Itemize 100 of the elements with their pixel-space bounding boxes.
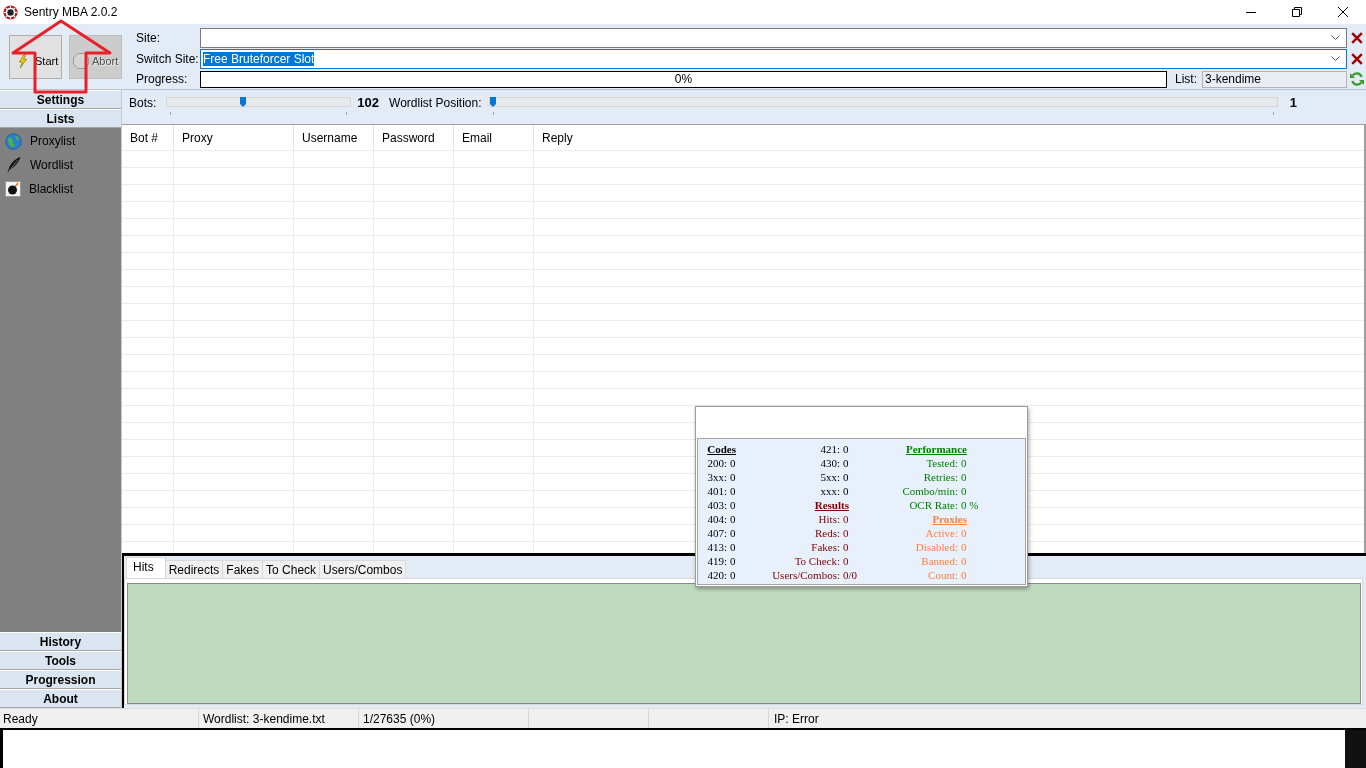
section-heading: Proxies [932, 512, 967, 526]
sidebar-section-header[interactable]: Settings [0, 90, 121, 109]
tab[interactable]: Hits [126, 557, 166, 578]
stat-value: 0 [961, 470, 967, 484]
site-combobox[interactable]: Free Bruteforcer Slot [200, 48, 1347, 69]
column-header[interactable]: Password [374, 125, 454, 150]
clear-icon[interactable] [1350, 52, 1363, 65]
section-heading: Performance [905, 442, 967, 456]
tab[interactable]: Redirects [164, 560, 224, 578]
stat-label: Users/Combos: [772, 568, 840, 582]
stat-label: 200: [707, 456, 727, 470]
section-heading: Results [814, 498, 849, 512]
stat-value: 0 [843, 470, 849, 484]
stat-value: 0 [961, 456, 967, 470]
taskbar-strip [1345, 730, 1366, 768]
stat-label: Fakes: [811, 540, 840, 554]
stat-value: 0 % [961, 498, 979, 512]
stat-value: 0 [730, 456, 736, 470]
site-combobox[interactable] [200, 27, 1347, 48]
sidebar-item[interactable]: Proxylist [30, 134, 76, 148]
stat-label: Combo/min: [902, 484, 958, 498]
slider-value: 1 [1289, 97, 1297, 109]
stat-label: 413: [707, 540, 727, 554]
stat-label: 404: [707, 512, 727, 526]
status-text: Ready [3, 711, 38, 726]
globe-icon [5, 132, 22, 150]
column-header[interactable]: Username [294, 125, 374, 150]
stat-label: OCR Rate: [909, 498, 958, 512]
stat-label: 3xx: [707, 470, 727, 484]
stat-label: Disabled: [915, 540, 958, 554]
stat-label: Count: [928, 568, 958, 582]
stat-value: 0 [730, 568, 736, 582]
stat-value: 0 [961, 540, 967, 554]
column-header[interactable]: Email [454, 125, 534, 150]
slider-thumb[interactable] [239, 97, 246, 107]
stat-label: 401: [707, 484, 727, 498]
sidebar-item[interactable]: Blacklist [29, 182, 73, 196]
stat-label: To Check: [794, 554, 840, 568]
stat-value: 0 [843, 554, 849, 568]
sidebar-section-header[interactable]: Tools [0, 651, 121, 670]
dropdown-caret-icon[interactable] [1331, 35, 1340, 40]
minimize-icon [1246, 11, 1256, 13]
column-header[interactable]: Proxy [174, 125, 294, 150]
stat-value: 0 [730, 484, 736, 498]
quill-icon [6, 157, 21, 173]
sidebar-section-header[interactable]: Progression [0, 670, 121, 689]
dropdown-caret-icon[interactable] [1331, 56, 1340, 61]
stat-label: 420: [707, 568, 727, 582]
tab[interactable]: Users/Combos [319, 560, 407, 578]
stat-label: 421: [820, 442, 840, 456]
tab[interactable]: Fakes [222, 560, 264, 578]
sidebar-section-header[interactable]: About [0, 689, 121, 708]
slider-value: 102 [357, 97, 380, 109]
stat-value: 0/0 [843, 568, 858, 582]
section-heading: Codes [707, 442, 736, 456]
slider-track[interactable] [488, 97, 1278, 107]
slider-track[interactable] [166, 97, 352, 107]
stat-value: 0 [843, 442, 849, 456]
bomb-icon [5, 181, 21, 197]
slider-label: Wordlist Position: [389, 97, 482, 109]
tab[interactable]: To Check [262, 560, 321, 578]
window-title: Sentry MBA 2.0.2 [24, 5, 118, 19]
stat-label: 419: [707, 554, 727, 568]
status-text: IP: Error [774, 711, 819, 726]
stat-value: 0 [843, 512, 849, 526]
stat-label: xxx: [820, 484, 840, 498]
stat-value: 0 [961, 484, 967, 498]
list-field[interactable]: 3-kendime [1202, 70, 1347, 88]
slider-thumb[interactable] [489, 97, 496, 107]
stat-label: Tested: [926, 456, 958, 470]
stat-label: Active: [925, 526, 958, 540]
close-icon [1338, 7, 1348, 17]
stat-value: 0 [730, 512, 736, 526]
clear-icon[interactable] [1350, 31, 1363, 44]
stat-label: 407: [707, 526, 727, 540]
stat-label: 430: [820, 456, 840, 470]
stat-value: 0 [961, 568, 967, 582]
stat-value: 0 [961, 554, 967, 568]
stat-value: 0 [730, 540, 736, 554]
stat-value: 0 [843, 484, 849, 498]
column-header[interactable]: Reply [534, 125, 1364, 150]
stat-value: 0 [843, 526, 849, 540]
sidebar-section-header[interactable]: Lists [0, 109, 121, 128]
stat-value: 0 [961, 526, 967, 540]
stat-label: Retries: [923, 470, 958, 484]
stat-label: Banned: [921, 554, 958, 568]
column-header[interactable]: Bot # [122, 125, 174, 150]
stat-value: 0 [730, 498, 736, 512]
sidebar-section-header[interactable]: History [0, 632, 121, 651]
progress-text: 0% [674, 72, 693, 86]
sidebar-item[interactable]: Wordlist [30, 158, 74, 172]
stat-value: 0 [730, 526, 736, 540]
stat-label: Reds: [814, 526, 840, 540]
refresh-icon[interactable] [1348, 71, 1365, 87]
stat-value: 0 [730, 554, 736, 568]
logo-icon [3, 4, 18, 20]
restore-icon [1292, 7, 1302, 17]
field-label: List: [1175, 72, 1197, 86]
field-label: Switch Site: [136, 51, 199, 66]
start-button[interactable]: Start [9, 35, 62, 79]
